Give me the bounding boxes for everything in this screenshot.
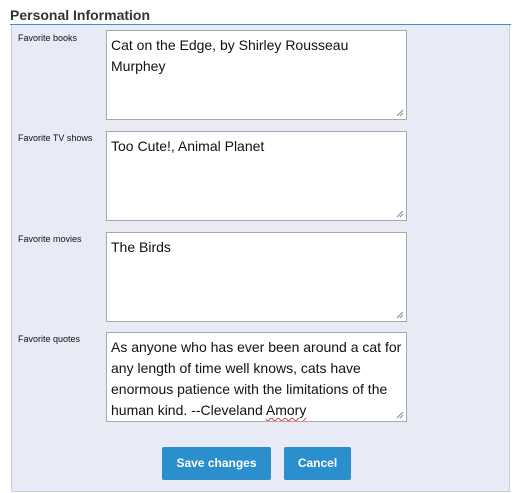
resize-grip-icon[interactable] xyxy=(396,311,404,319)
favorite-quotes-value: As anyone who has ever been around a cat… xyxy=(111,339,405,418)
resize-grip-icon[interactable] xyxy=(396,210,404,218)
favorite-books-value: Cat on the Edge, by Shirley Rousseau Mur… xyxy=(111,37,353,74)
spellcheck-flagged-word: Amory xyxy=(265,402,307,418)
section-header: Personal Information xyxy=(10,7,151,23)
favorite-quotes-text: As anyone who has ever been around a cat… xyxy=(111,339,406,418)
favorite-movies-label: Favorite movies xyxy=(18,234,82,244)
resize-grip-icon[interactable] xyxy=(396,411,404,419)
favorite-tv-shows-textarea[interactable]: Too Cute!, Animal Planet xyxy=(106,131,407,221)
favorite-quotes-label: Favorite quotes xyxy=(18,334,81,344)
favorite-books-textarea[interactable]: Cat on the Edge, by Shirley Rousseau Mur… xyxy=(106,30,407,120)
favorite-books-label: Favorite books xyxy=(18,33,78,43)
favorite-tv-shows-label: Favorite TV shows xyxy=(18,133,93,143)
favorite-movies-textarea[interactable]: The Birds xyxy=(106,232,407,322)
favorite-tv-shows-value: Too Cute!, Animal Planet xyxy=(111,138,265,154)
cancel-button[interactable]: Cancel xyxy=(284,447,351,480)
favorite-quotes-textarea[interactable]: As anyone who has ever been around a cat… xyxy=(106,332,407,422)
favorite-movies-value: The Birds xyxy=(111,239,171,255)
resize-grip-icon[interactable] xyxy=(396,109,404,117)
save-changes-button[interactable]: Save changes xyxy=(162,447,271,480)
